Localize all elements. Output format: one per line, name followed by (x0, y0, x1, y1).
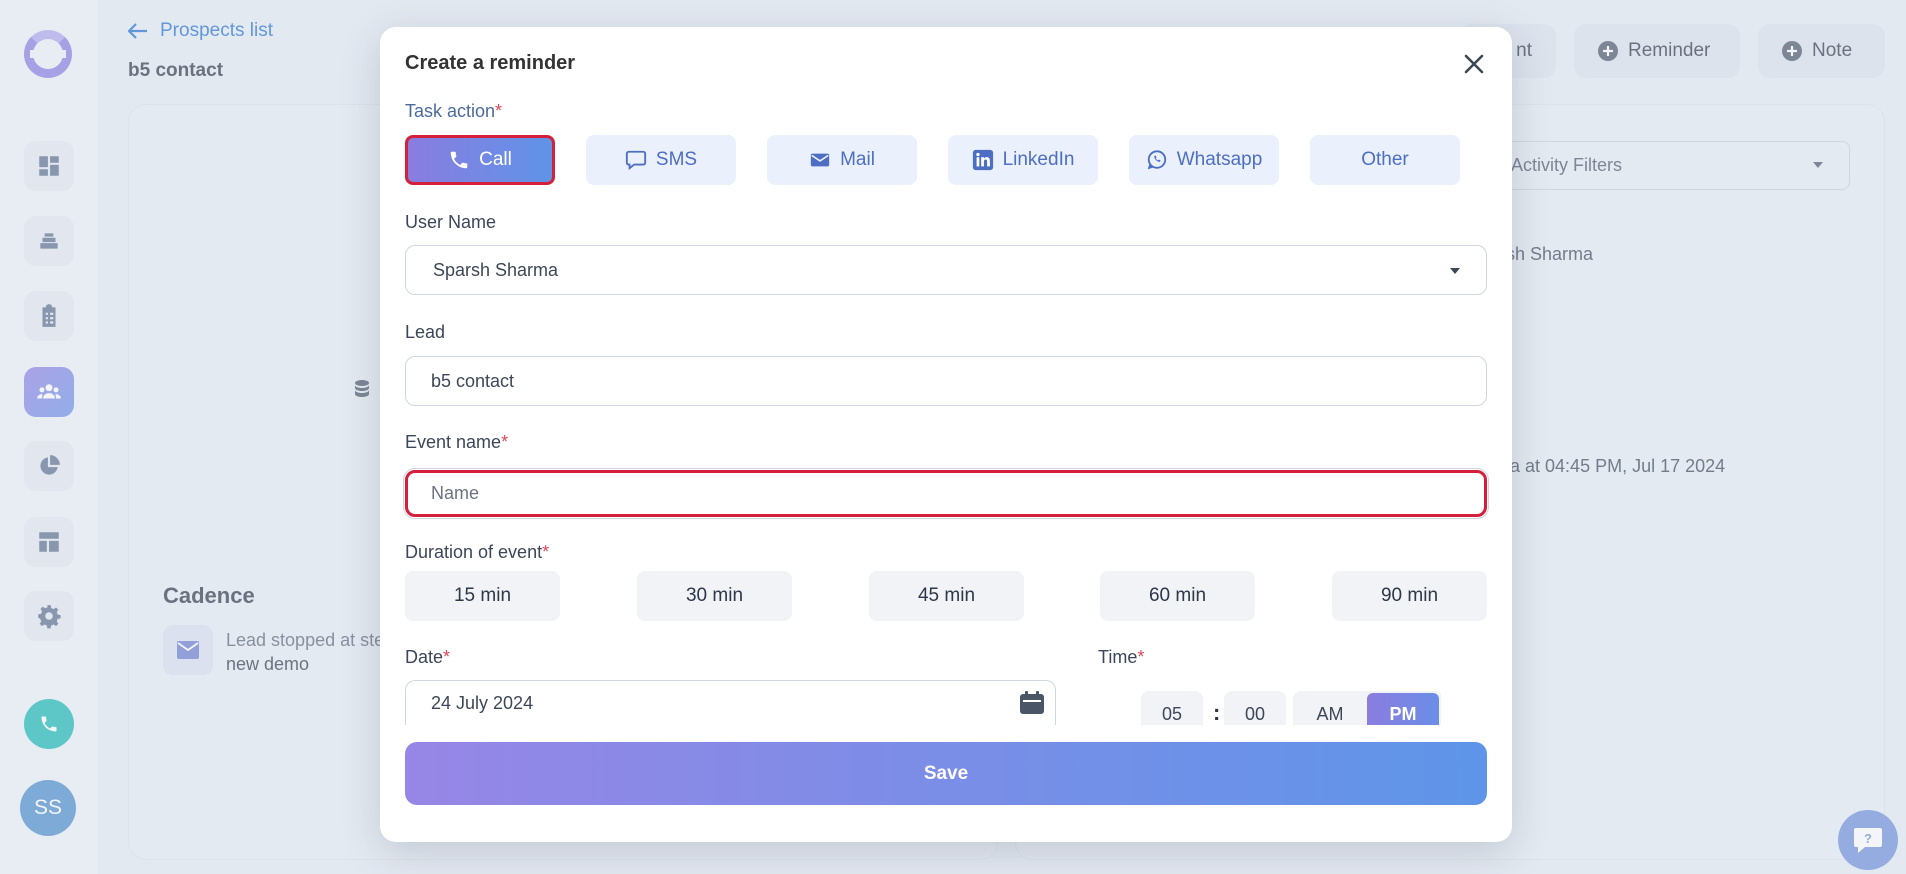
task-action-mail[interactable]: Mail (767, 135, 917, 185)
duration-options: 15 min 30 min 45 min 60 min 90 min (405, 571, 1487, 621)
task-action-linkedin[interactable]: LinkedIn (948, 135, 1098, 185)
duration-15-button[interactable]: 15 min (405, 571, 560, 621)
close-icon[interactable] (1462, 52, 1486, 76)
task-action-other[interactable]: Other (1310, 135, 1460, 185)
event-name-input[interactable]: Name (403, 468, 1489, 519)
task-action-label: Call (479, 149, 512, 170)
time-label: Time* (1098, 647, 1145, 667)
task-action-label: Mail (840, 149, 875, 170)
time-picker: 05 : 00 AM PM (1141, 681, 1441, 725)
duration-30-button[interactable]: 30 min (637, 571, 792, 621)
lead-field[interactable]: b5 contact (405, 356, 1487, 406)
am-pm-toggle: AM PM (1293, 691, 1441, 725)
linkedin-icon (972, 149, 993, 171)
task-action-label: LinkedIn (1002, 149, 1075, 170)
user-name-value: Sparsh Sharma (433, 259, 559, 280)
user-name-label: User Name (405, 212, 497, 232)
dialog-title: Create a reminder (405, 52, 576, 74)
task-action-group: Call SMS Mail LinkedIn Whatsapp Other (405, 135, 1487, 185)
mail-icon (810, 153, 830, 167)
time-minute-input[interactable]: 00 (1224, 691, 1286, 725)
date-value: 24 July 2024 (431, 692, 534, 713)
duration-label: Duration of event* (405, 542, 550, 562)
chevron-down-icon (1450, 268, 1460, 274)
event-name-label: Event name* (405, 432, 509, 452)
task-action-label: Task action* (405, 101, 503, 121)
whatsapp-icon (1147, 150, 1166, 170)
duration-90-button[interactable]: 90 min (1332, 571, 1487, 621)
task-action-label: Whatsapp (1176, 149, 1263, 170)
pm-button[interactable]: PM (1367, 693, 1439, 725)
lead-label: Lead (405, 322, 446, 342)
duration-60-button[interactable]: 60 min (1100, 571, 1255, 621)
save-button[interactable]: Save (405, 742, 1487, 805)
task-action-call[interactable]: Call (405, 135, 555, 185)
duration-45-button[interactable]: 45 min (869, 571, 1024, 621)
create-reminder-dialog: Create a reminder Task action* Call SMS … (380, 27, 1512, 842)
date-label: Date* (405, 647, 451, 667)
task-action-label: Other (1361, 149, 1409, 170)
time-hour-input[interactable]: 05 (1141, 691, 1203, 725)
user-name-select[interactable]: Sparsh Sharma (405, 245, 1487, 295)
task-action-label: SMS (655, 149, 698, 170)
time-separator: : (1213, 700, 1221, 725)
date-input[interactable]: 24 July 2024 (405, 680, 1056, 725)
lead-value: b5 contact (431, 370, 515, 391)
phone-icon (450, 151, 468, 169)
task-action-whatsapp[interactable]: Whatsapp (1129, 135, 1279, 185)
chat-icon (625, 150, 646, 171)
am-button[interactable]: AM (1293, 691, 1367, 725)
event-name-placeholder: Name (431, 483, 480, 503)
task-action-sms[interactable]: SMS (586, 135, 736, 185)
calendar-icon[interactable] (1019, 691, 1045, 715)
